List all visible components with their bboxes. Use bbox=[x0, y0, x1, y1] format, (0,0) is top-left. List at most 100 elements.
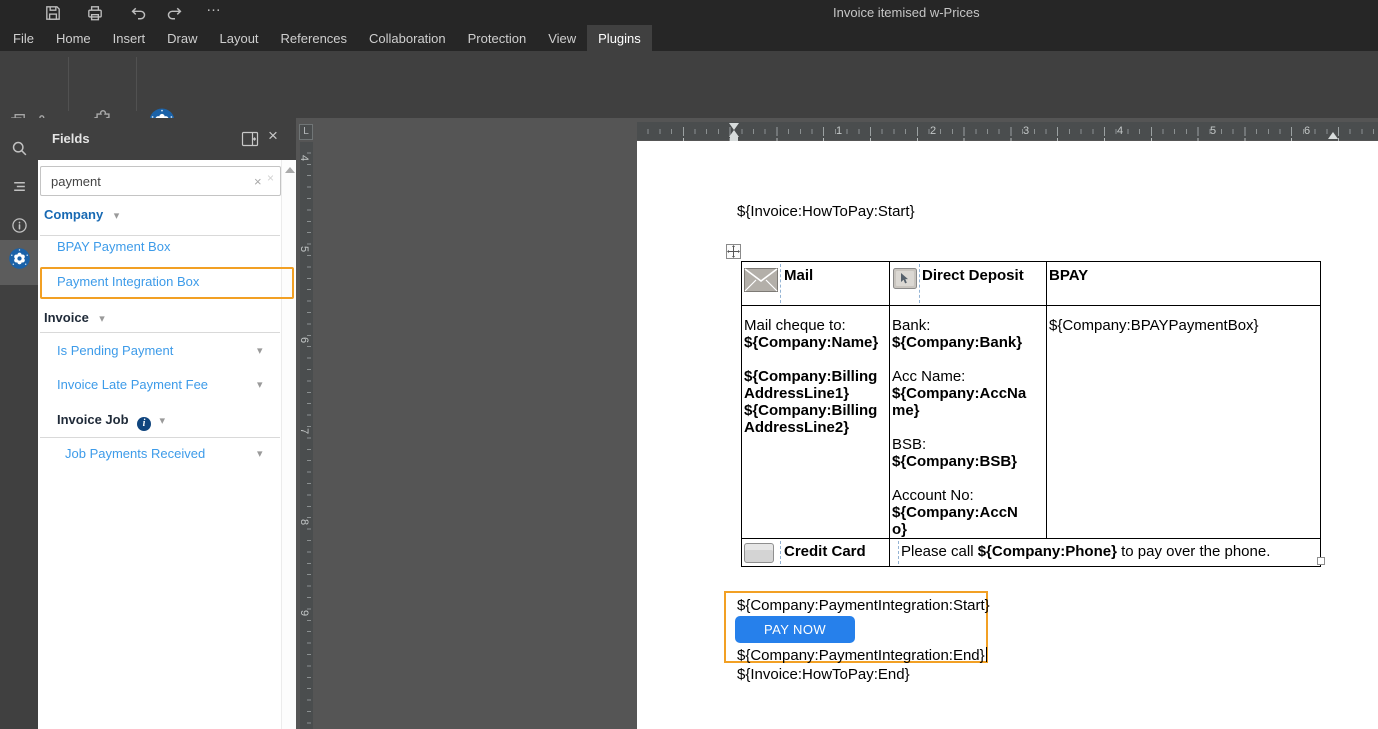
print-icon[interactable] bbox=[86, 4, 104, 22]
more-icon[interactable]: … bbox=[206, 0, 221, 15]
fields-search-input[interactable] bbox=[40, 166, 281, 196]
ruler-number: 4 bbox=[1117, 125, 1123, 137]
fields-plugin-sidebar-icon[interactable] bbox=[8, 247, 31, 270]
mail-intro-text: Mail cheque to: bbox=[744, 317, 886, 334]
ruler-number: 7 bbox=[298, 428, 310, 434]
merge-field-payment-integration-start[interactable]: ${Company:PaymentIntegration:Start} bbox=[737, 597, 990, 614]
ruler-number: 6 bbox=[298, 337, 310, 343]
document-area: L 1 2 3 4 5 6 4 5 6 7 8 9 bbox=[296, 118, 1378, 729]
toolbar-separator bbox=[68, 57, 69, 111]
ruler-number: 3 bbox=[1023, 125, 1029, 137]
scroll-up-icon[interactable] bbox=[285, 167, 295, 173]
credit-card-text-pre: Please call bbox=[901, 543, 978, 560]
app-window: … Invoice itemised w-Prices File Home In… bbox=[0, 0, 1378, 729]
tab-home[interactable]: Home bbox=[45, 25, 102, 51]
tab-collaboration[interactable]: Collaboration bbox=[358, 25, 457, 51]
ruler-number: 5 bbox=[298, 246, 310, 252]
titlebar: … Invoice itemised w-Prices bbox=[0, 0, 1378, 25]
tab-file[interactable]: File bbox=[2, 25, 45, 51]
search-clear-secondary-icon[interactable]: × bbox=[267, 172, 274, 184]
merge-field-company-bsb[interactable]: ${Company:BSB} bbox=[892, 453, 1032, 470]
merge-field-bpay-payment-box[interactable]: ${Company:BPAYPaymentBox} bbox=[1049, 317, 1318, 334]
chevron-down-icon[interactable]: ▾ bbox=[257, 447, 263, 460]
tab-insert[interactable]: Insert bbox=[102, 25, 157, 51]
chevron-down-icon: ▾ bbox=[114, 210, 120, 222]
field-item-is-pending-payment[interactable]: Is Pending Payment bbox=[57, 343, 173, 358]
tab-layout[interactable]: Layout bbox=[209, 25, 270, 51]
field-group-invoice[interactable]: Invoice ▾ bbox=[44, 309, 105, 327]
credit-card-text-cell[interactable]: Please call ${Company:Phone} to pay over… bbox=[890, 539, 1321, 567]
credit-card-cell[interactable]: Credit Card bbox=[742, 539, 890, 567]
merge-field-company-bank[interactable]: ${Company:Bank} bbox=[892, 334, 1032, 351]
right-indent-marker[interactable] bbox=[1328, 132, 1338, 139]
table-move-handle[interactable] bbox=[726, 244, 741, 259]
pay-now-button[interactable]: PAY NOW bbox=[735, 616, 855, 643]
table-header-bpay[interactable]: BPAY bbox=[1047, 262, 1321, 306]
menu-tab-bar: File Home Insert Draw Layout References … bbox=[0, 25, 1378, 51]
tab-protection[interactable]: Protection bbox=[457, 25, 538, 51]
info-icon[interactable]: i bbox=[137, 417, 151, 431]
first-line-indent-marker[interactable] bbox=[729, 123, 739, 130]
payment-options-table[interactable]: Mail Direct Deposit BPAY bbox=[741, 261, 1321, 567]
chevron-down-icon[interactable]: ▾ bbox=[257, 344, 263, 357]
save-icon[interactable] bbox=[44, 4, 62, 22]
tab-view[interactable]: View bbox=[537, 25, 587, 51]
bpay-cell[interactable]: ${Company:BPAYPaymentBox} bbox=[1047, 306, 1321, 539]
search-icon[interactable] bbox=[11, 140, 28, 157]
ruler-number: 4 bbox=[298, 155, 310, 161]
search-clear-icon[interactable]: × bbox=[254, 175, 262, 188]
divider bbox=[40, 332, 280, 333]
about-icon[interactable] bbox=[11, 217, 28, 234]
field-group-invoice-job-label: Invoice Job bbox=[57, 412, 129, 427]
table-resize-handle[interactable] bbox=[1317, 557, 1325, 565]
table-header-direct-deposit[interactable]: Direct Deposit bbox=[890, 262, 1047, 306]
mail-cell[interactable]: Mail cheque to: ${Company:Name} ${Compan… bbox=[742, 306, 890, 539]
merge-field-company-phone[interactable]: ${Company:Phone} bbox=[978, 543, 1117, 560]
table-header-mail[interactable]: Mail bbox=[742, 262, 890, 306]
merge-field-company-name[interactable]: ${Company:Name} bbox=[744, 334, 886, 351]
undo-icon[interactable] bbox=[129, 4, 147, 22]
bpay-header-label: BPAY bbox=[1047, 262, 1320, 284]
document-page[interactable]: ${Invoice:HowToPay:Start} Mail bbox=[637, 141, 1378, 729]
hanging-indent-marker[interactable] bbox=[729, 130, 739, 137]
tab-plugins[interactable]: Plugins bbox=[587, 25, 652, 51]
merge-field-billing-address-1[interactable]: ${Company:BillingAddressLine1} bbox=[744, 368, 886, 402]
merge-field-company-accno[interactable]: ${Company:AccNo} bbox=[892, 504, 1032, 538]
payment-integration-end-text: ${Company:PaymentIntegration:End} bbox=[737, 647, 985, 664]
toolbar-separator bbox=[136, 57, 137, 111]
tab-draw[interactable]: Draw bbox=[156, 25, 208, 51]
chevron-down-icon[interactable]: ▾ bbox=[257, 378, 263, 391]
merge-field-howtopay-end[interactable]: ${Invoice:HowToPay:End} bbox=[737, 666, 910, 683]
field-item-bpay-payment-box[interactable]: BPAY Payment Box bbox=[57, 239, 170, 254]
vertical-ruler[interactable]: 4 5 6 7 8 9 bbox=[300, 142, 313, 729]
document-title: Invoice itemised w-Prices bbox=[833, 5, 980, 20]
chevron-down-icon: ▾ bbox=[159, 415, 165, 427]
close-icon[interactable]: × bbox=[268, 127, 278, 144]
navigation-icon[interactable] bbox=[11, 178, 28, 195]
field-item-job-payments-received[interactable]: Job Payments Received bbox=[65, 446, 205, 461]
divider bbox=[40, 235, 280, 236]
redo-icon[interactable] bbox=[166, 4, 184, 22]
merge-field-billing-address-2[interactable]: ${Company:BillingAddressLine2} bbox=[744, 402, 886, 436]
field-item-payment-integration-box[interactable]: Payment Integration Box bbox=[57, 274, 199, 289]
ruler-number: 5 bbox=[1210, 125, 1216, 137]
cell-guide-line bbox=[919, 264, 920, 303]
ruler-number: 9 bbox=[298, 610, 310, 616]
merge-field-payment-integration-end[interactable]: ${Company:PaymentIntegration:End} bbox=[737, 647, 987, 664]
acc-name-label: Acc Name: bbox=[892, 368, 1032, 385]
direct-deposit-cell[interactable]: Bank: ${Company:Bank} Acc Name: ${Compan… bbox=[890, 306, 1047, 539]
field-group-company[interactable]: Company ▾ bbox=[44, 206, 119, 224]
merge-field-company-accname[interactable]: ${Company:AccName} bbox=[892, 385, 1032, 419]
fields-panel-header: Fields × bbox=[38, 118, 296, 160]
divider bbox=[40, 437, 280, 438]
plugins-toolbar: Plugin Manager Fields bbox=[0, 51, 1378, 118]
cell-guide-line bbox=[780, 541, 781, 564]
horizontal-ruler[interactable]: 1 2 3 4 5 6 bbox=[637, 122, 1378, 140]
dock-panel-icon[interactable] bbox=[241, 130, 259, 148]
field-group-invoice-job[interactable]: Invoice Job i ▾ bbox=[57, 411, 165, 431]
tab-references[interactable]: References bbox=[270, 25, 358, 51]
tab-stop-selector[interactable]: L bbox=[299, 124, 313, 140]
field-item-invoice-late-payment-fee[interactable]: Invoice Late Payment Fee bbox=[57, 377, 208, 392]
panel-scrollbar[interactable] bbox=[281, 160, 296, 729]
merge-field-howtopay-start[interactable]: ${Invoice:HowToPay:Start} bbox=[737, 203, 915, 220]
